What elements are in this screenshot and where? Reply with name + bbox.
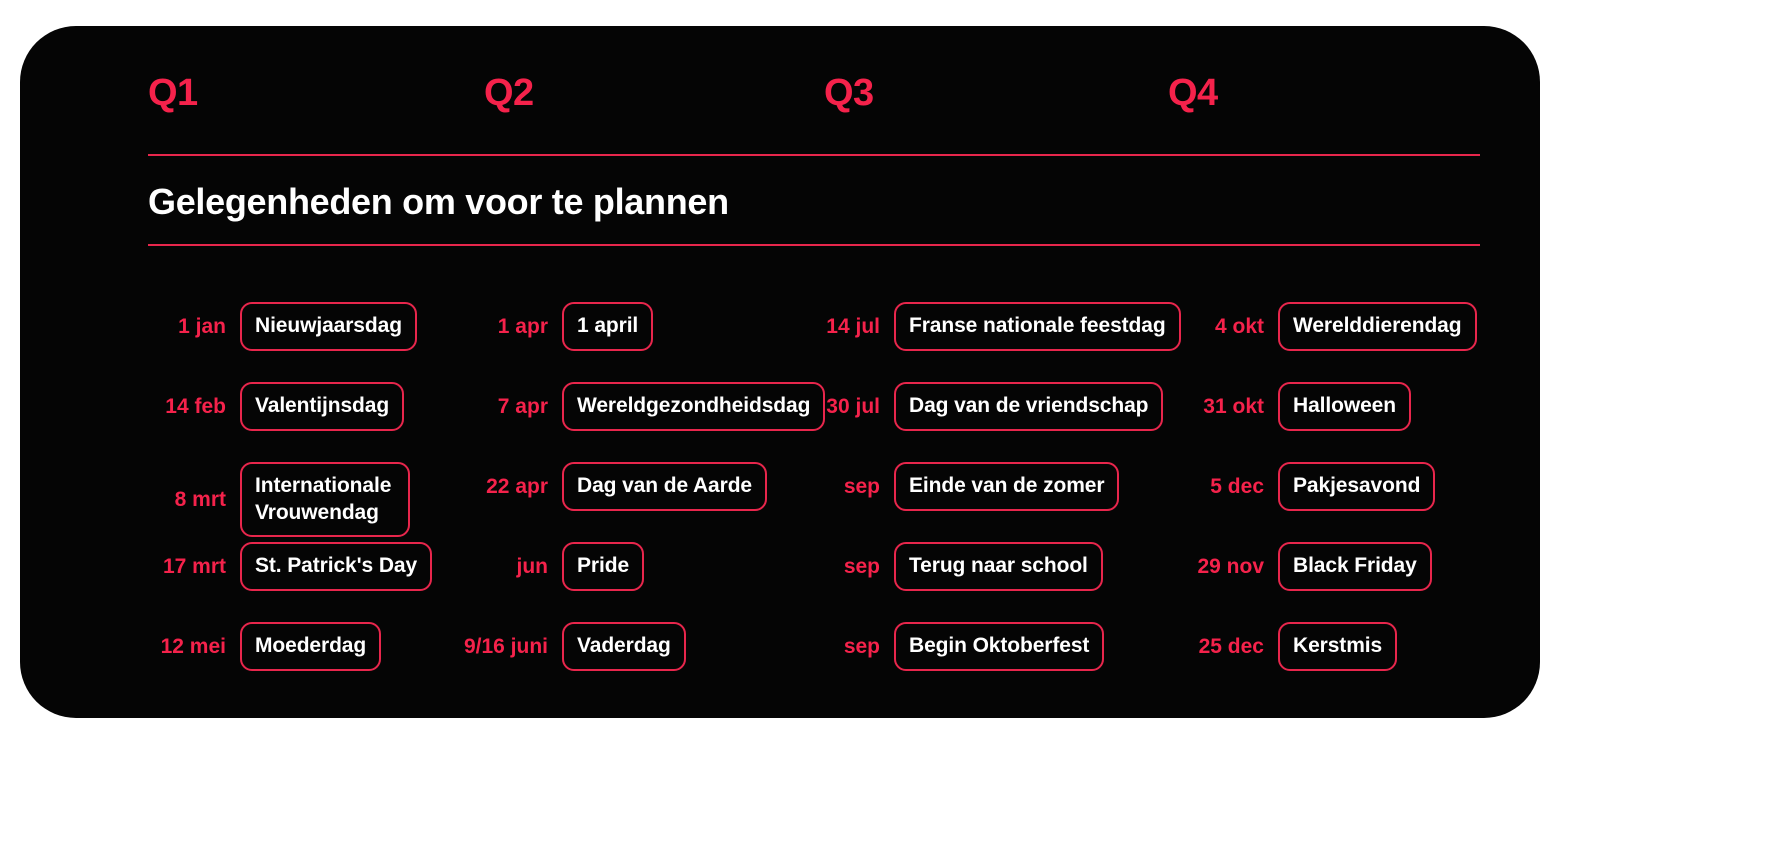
occasion-pill[interactable]: Black Friday	[1278, 542, 1432, 591]
occasion-pill[interactable]: Begin Oktoberfest	[894, 622, 1105, 671]
occasion-pill[interactable]: Terug naar school	[894, 542, 1103, 591]
occasion-date: 17 mrt	[162, 554, 226, 578]
occasion-date: 30 jul	[826, 394, 880, 418]
occasion-entry: 5 dec Pakjesavond	[1178, 462, 1436, 511]
occasion-pill[interactable]: Pride	[562, 542, 645, 591]
occasion-date: 8 mrt	[174, 487, 226, 511]
occasion-entry: 8 mrt Internationale Vrouwendag	[148, 462, 410, 537]
occasion-entry: 14 feb Valentijnsdag	[148, 382, 405, 431]
occasion-entry: sep Terug naar school	[808, 542, 1103, 591]
occasion-pill[interactable]: Halloween	[1278, 382, 1411, 431]
occasion-pill[interactable]: Werelddierendag	[1278, 302, 1477, 351]
occasion-entry: sep Einde van de zomer	[808, 462, 1120, 511]
page-title: Gelegenheden om voor te plannen	[148, 181, 729, 222]
occasion-pill[interactable]: Kerstmis	[1278, 622, 1398, 671]
occasion-pill[interactable]: Franse nationale feestdag	[894, 302, 1181, 351]
occasion-entry: 1 apr 1 april	[458, 302, 654, 351]
occasion-date: 1 apr	[497, 314, 548, 338]
occasion-entry: 1 jan Nieuwjaarsdag	[148, 302, 417, 351]
occasion-pill[interactable]: Einde van de zomer	[894, 462, 1120, 511]
occasion-entry: 4 okt Werelddierendag	[1178, 302, 1477, 351]
occasion-date: sep	[843, 634, 880, 658]
occasion-pill[interactable]: Valentijnsdag	[240, 382, 405, 431]
occasion-date: 14 jul	[826, 314, 880, 338]
occasion-entry: 9/16 juni Vaderdag	[458, 622, 686, 671]
occasion-date: 5 dec	[1210, 474, 1264, 498]
occasion-entry: 7 apr Wereldgezondheidsdag	[458, 382, 826, 431]
divider-below-title	[148, 244, 1480, 246]
occasion-pill[interactable]: Dag van de vriendschap	[894, 382, 1164, 431]
occasion-date: 22 apr	[486, 474, 548, 498]
occasion-entry: 12 mei Moederdag	[148, 622, 382, 671]
occasion-pill[interactable]: Wereldgezondheidsdag	[562, 382, 826, 431]
occasion-date: 14 feb	[165, 394, 226, 418]
quarter-label-q1: Q1	[148, 72, 198, 114]
occasion-date: 1 jan	[178, 314, 226, 338]
quarter-label-q2: Q2	[484, 72, 534, 114]
occasion-entry: sep Begin Oktoberfest	[808, 622, 1105, 671]
occasion-entry: 22 apr Dag van de Aarde	[458, 462, 768, 511]
occasion-entry: jun Pride	[458, 542, 645, 591]
occasion-pill[interactable]: Nieuwjaarsdag	[240, 302, 417, 351]
occasion-entry: 17 mrt St. Patrick's Day	[148, 542, 433, 591]
occasion-pill[interactable]: Vaderdag	[562, 622, 686, 671]
quarter-label-q4: Q4	[1168, 72, 1218, 114]
occasion-entry: 30 jul Dag van de vriendschap	[808, 382, 1164, 431]
occasion-date: 4 okt	[1214, 314, 1264, 338]
occasion-pill[interactable]: Dag van de Aarde	[562, 462, 768, 511]
occasion-date: jun	[516, 554, 549, 578]
quarter-label-q3: Q3	[824, 72, 874, 114]
occasion-pill[interactable]: 1 april	[562, 302, 654, 351]
occasion-date: sep	[843, 474, 880, 498]
quarter-header-row: Q1 Q2 Q3 Q4	[148, 74, 1480, 144]
occasion-pill[interactable]: St. Patrick's Day	[240, 542, 433, 591]
occasion-entry: 31 okt Halloween	[1178, 382, 1411, 431]
occasion-date: 12 mei	[160, 634, 226, 658]
occasion-date: 7 apr	[497, 394, 548, 418]
divider-above-title	[148, 154, 1480, 156]
card-content: Q1 Q2 Q3 Q4 Gelegenheden om voor te plan…	[148, 26, 1480, 718]
occasion-entry: 14 jul Franse nationale feestdag	[808, 302, 1181, 351]
occasion-pill[interactable]: Moederdag	[240, 622, 382, 671]
occasion-entry: 25 dec Kerstmis	[1178, 622, 1398, 671]
occasion-pill[interactable]: Pakjesavond	[1278, 462, 1436, 511]
occasion-date: 29 nov	[1197, 554, 1264, 578]
occasion-pill[interactable]: Internationale Vrouwendag	[240, 462, 410, 537]
occasion-date: sep	[843, 554, 880, 578]
occasion-entry: 29 nov Black Friday	[1178, 542, 1432, 591]
occasion-date: 9/16 juni	[463, 634, 548, 658]
page-root: Q1 Q2 Q3 Q4 Gelegenheden om voor te plan…	[0, 0, 1786, 841]
occasion-date: 31 okt	[1203, 394, 1264, 418]
occasion-date: 25 dec	[1198, 634, 1264, 658]
occasions-card: Q1 Q2 Q3 Q4 Gelegenheden om voor te plan…	[20, 26, 1540, 718]
